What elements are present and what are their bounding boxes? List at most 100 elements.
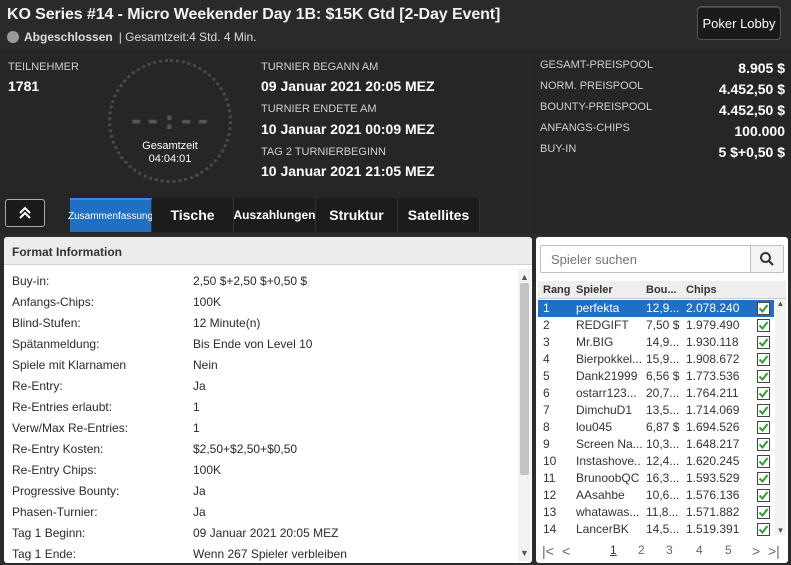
format-key: Re-Entry Chips: bbox=[12, 463, 97, 477]
first-page-icon[interactable]: |< bbox=[542, 543, 554, 559]
format-key: Buy-in: bbox=[12, 274, 50, 288]
format-scrollbar[interactable]: ▲ ▼ bbox=[518, 269, 531, 561]
checkmark-icon bbox=[757, 523, 770, 536]
col-chips[interactable]: Chips bbox=[686, 284, 717, 296]
checkmark-icon bbox=[757, 336, 770, 349]
checkmark-icon bbox=[757, 319, 770, 332]
player-rank: 9 bbox=[543, 437, 550, 451]
tab-summary[interactable]: Zusammenfassung bbox=[68, 198, 153, 232]
checkmark-icon bbox=[757, 506, 770, 519]
player-bounty: 7,50 $ bbox=[646, 318, 680, 332]
prize-total-label: GESAMT-PREISPOOL bbox=[540, 59, 654, 71]
status-dot-icon bbox=[7, 31, 19, 43]
collapse-button[interactable] bbox=[5, 199, 45, 227]
player-row[interactable]: 13 whatawas... 11,8... 1.571.882 bbox=[538, 504, 774, 521]
player-bounty: 14,5... bbox=[646, 522, 680, 536]
participants-value: 1781 bbox=[8, 78, 40, 94]
scroll-up-icon[interactable]: ▲ bbox=[518, 271, 531, 283]
player-row[interactable]: 4 Bierpokkel... 15,9... 1.908.672 bbox=[538, 351, 774, 368]
player-bounty: 20,7... bbox=[646, 386, 680, 400]
page-2[interactable]: 2 bbox=[638, 543, 645, 557]
player-row[interactable]: 8 lou045 6,87 $ 1.694.526 bbox=[538, 419, 774, 436]
tab-structure[interactable]: Struktur bbox=[316, 198, 398, 232]
prize-bounty-label: BOUNTY-PREISPOOL bbox=[540, 101, 653, 113]
next-page-icon[interactable]: > bbox=[752, 543, 760, 559]
player-row[interactable]: 1 perfekta 12,9... 2.078.240 bbox=[538, 300, 774, 317]
player-chips: 1.694.526 bbox=[686, 420, 740, 434]
start-chips-label: ANFANGS-CHIPS bbox=[540, 122, 630, 134]
player-search-input[interactable] bbox=[541, 246, 751, 272]
format-title: Format Information bbox=[4, 237, 532, 265]
search-box bbox=[540, 245, 784, 273]
format-key: Tag 1 Ende: bbox=[12, 547, 77, 561]
status-text: Abgeschlossen bbox=[24, 30, 113, 44]
player-chips: 1.576.136 bbox=[686, 488, 740, 502]
scroll-up-icon[interactable]: ▲ bbox=[775, 299, 786, 308]
player-bounty: 6,87 $ bbox=[646, 420, 680, 434]
format-key: Re-Entries erlaubt: bbox=[12, 400, 113, 414]
col-player[interactable]: Spieler bbox=[576, 284, 613, 296]
format-value: 2,50 $+2,50 $+0,50 $ bbox=[193, 274, 308, 288]
player-row[interactable]: 5 Dank21999 6,56 $ 1.773.536 bbox=[538, 368, 774, 385]
player-rank: 10 bbox=[543, 454, 557, 468]
checkmark-icon bbox=[757, 302, 770, 315]
player-row[interactable]: 12 AAsahbe 10,6... 1.576.136 bbox=[538, 487, 774, 504]
scroll-down-icon[interactable]: ▼ bbox=[518, 547, 531, 559]
player-name: lou045 bbox=[576, 420, 613, 434]
player-chips: 1.519.391 bbox=[686, 522, 740, 536]
checkmark-icon bbox=[757, 370, 770, 383]
scroll-down-icon[interactable]: ▼ bbox=[775, 526, 786, 535]
players-scrollbar[interactable]: ▲ ▼ bbox=[775, 299, 786, 535]
player-row[interactable]: 10 Instashove... 12,4... 1.620.245 bbox=[538, 453, 774, 470]
player-chips: 1.714.069 bbox=[686, 403, 740, 417]
prize-total-value: 8.905 $ bbox=[738, 60, 785, 76]
checkmark-icon bbox=[757, 472, 770, 485]
player-chips: 1.620.245 bbox=[686, 454, 740, 468]
search-button[interactable] bbox=[750, 246, 783, 272]
checkmark-icon bbox=[757, 404, 770, 417]
player-rank: 14 bbox=[543, 522, 557, 536]
players-table-header: Rang Spieler Bou... Chips bbox=[538, 281, 786, 299]
player-name: ostarr123... bbox=[576, 386, 637, 400]
player-name: BrunoobQC bbox=[576, 471, 640, 485]
player-rank: 3 bbox=[543, 335, 550, 349]
page-1[interactable]: 1 bbox=[610, 543, 617, 557]
col-bounty[interactable]: Bou... bbox=[646, 284, 677, 296]
end-value: 10 Januar 2021 00:09 MEZ bbox=[261, 121, 435, 137]
prize-bounty-value: 4.452,50 $ bbox=[718, 102, 785, 118]
scrollbar-thumb[interactable] bbox=[520, 283, 529, 475]
player-rank: 6 bbox=[543, 386, 550, 400]
player-bounty: 10,6... bbox=[646, 488, 680, 502]
last-page-icon[interactable]: >| bbox=[768, 543, 780, 559]
player-name: Screen Na... bbox=[576, 437, 642, 451]
prev-page-icon[interactable]: < bbox=[562, 543, 570, 559]
tab-satellites[interactable]: Satellites bbox=[398, 198, 480, 232]
tab-payouts[interactable]: Auszahlungen bbox=[234, 198, 316, 232]
tournament-title: KO Series #14 - Micro Weekender Day 1B: … bbox=[7, 6, 501, 23]
end-label: TURNIER ENDETE AM bbox=[261, 103, 377, 115]
page-3[interactable]: 3 bbox=[666, 543, 673, 557]
format-value: Bis Ende von Level 10 bbox=[193, 337, 313, 351]
format-panel: Format Information Buy-in: 2,50 $+2,50 $+… bbox=[4, 237, 532, 563]
tab-tables[interactable]: Tische bbox=[152, 198, 234, 232]
format-key: Verw/Max Re-Entries: bbox=[12, 421, 129, 435]
player-row[interactable]: 9 Screen Na... 10,3... 1.648.217 bbox=[538, 436, 774, 453]
player-name: AAsahbe bbox=[576, 488, 625, 502]
player-row[interactable]: 6 ostarr123... 20,7... 1.764.211 bbox=[538, 385, 774, 402]
player-row[interactable]: 3 Mr.BIG 14,9... 1.930.118 bbox=[538, 334, 774, 351]
format-value: 100K bbox=[193, 463, 222, 477]
clock-digits: --:-- bbox=[128, 106, 212, 136]
page-5[interactable]: 5 bbox=[725, 543, 732, 557]
search-icon bbox=[760, 252, 774, 266]
player-row[interactable]: 11 BrunoobQC 16,3... 1.593.529 bbox=[538, 470, 774, 487]
poker-lobby-button[interactable]: Poker Lobby bbox=[697, 6, 781, 40]
player-name: Mr.BIG bbox=[576, 335, 614, 349]
player-row[interactable]: 7 DimchuD1 13,5... 1.714.069 bbox=[538, 402, 774, 419]
pagination: |< < 1 2 3 4 5 > >| bbox=[536, 539, 788, 561]
col-rank[interactable]: Rang bbox=[543, 284, 571, 296]
player-row[interactable]: 2 REDGIFT 7,50 $ 1.979.490 bbox=[538, 317, 774, 334]
page-4[interactable]: 4 bbox=[696, 543, 703, 557]
format-key: Spätanmeldung: bbox=[12, 337, 100, 351]
player-row[interactable]: 14 LancerBK 14,5... 1.519.391 bbox=[538, 521, 774, 538]
player-bounty: 13,5... bbox=[646, 403, 680, 417]
